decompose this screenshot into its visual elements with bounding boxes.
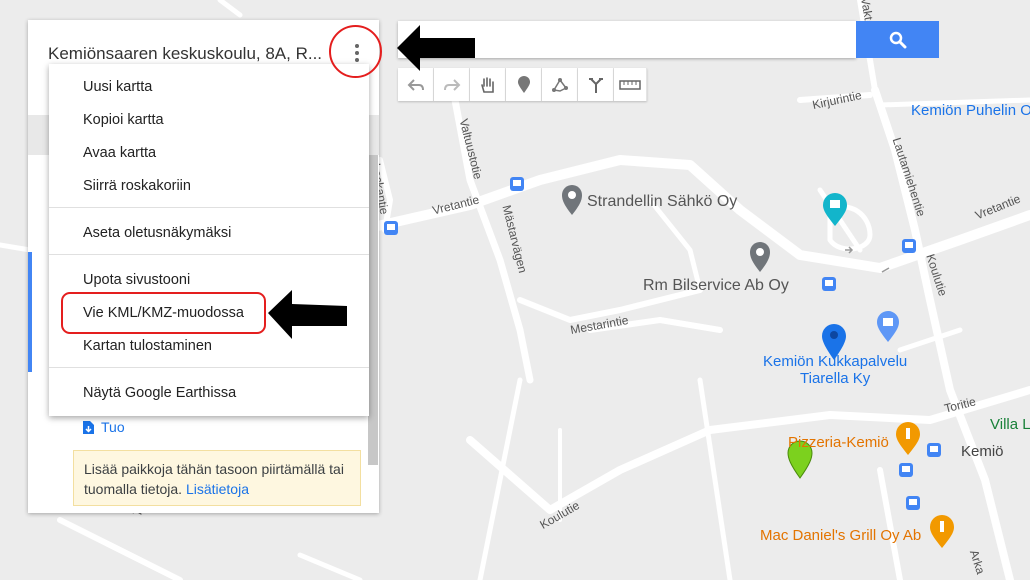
place-label: Kemiö xyxy=(961,443,1004,460)
marker-icon xyxy=(517,75,530,93)
map-title[interactable]: Kemiönsaaren keskuskoulu, 8A, R... xyxy=(48,44,338,64)
measure-button[interactable] xyxy=(614,68,647,101)
menu-separator xyxy=(49,254,369,255)
search-icon xyxy=(889,31,906,48)
menu-item-new-map[interactable]: Uusi kartta xyxy=(83,79,152,95)
annotation-highlight-box xyxy=(61,292,266,334)
route-icon xyxy=(588,77,603,93)
panel-scrollbar[interactable] xyxy=(368,155,378,465)
menu-item-copy-map[interactable]: Kopioi kartta xyxy=(83,112,164,128)
menu-item-google-earth[interactable]: Näytä Google Earthissa xyxy=(83,385,236,401)
redo-icon xyxy=(443,78,460,91)
import-file-icon xyxy=(83,420,94,434)
add-marker-button[interactable] xyxy=(506,68,542,101)
ruler-icon xyxy=(619,79,641,90)
undo-button[interactable] xyxy=(398,68,434,101)
menu-separator xyxy=(49,367,369,368)
poi-label[interactable]: Rm Bilservice Ab Oy xyxy=(643,277,789,295)
poi-label[interactable]: Mac Daniel's Grill Oy Ab xyxy=(760,527,921,544)
shop-pin-icon xyxy=(877,311,899,342)
pan-button[interactable] xyxy=(470,68,506,101)
layer-selected-indicator xyxy=(28,252,32,372)
gray-pin-icon xyxy=(750,242,770,272)
restaurant-pin-icon xyxy=(930,515,954,548)
gray-pin-icon xyxy=(562,185,582,215)
poi-label[interactable]: Kemiön Kukkapalvelu xyxy=(763,353,907,370)
import-label[interactable]: Tuo xyxy=(101,419,125,435)
poi-label[interactable]: Strandellin Sähkö Oy xyxy=(587,193,737,211)
poi-label[interactable]: Pizzeria-Kemiö xyxy=(788,434,889,451)
restaurant-pin-icon xyxy=(896,422,920,455)
poi-label[interactable]: Kemiön Puhelin O xyxy=(911,102,1030,119)
layer-hint: Lisää paikkoja tähän tasoon piirtämällä … xyxy=(73,450,361,506)
learn-more-link[interactable]: Lisätietoja xyxy=(186,481,249,497)
more-options-menu: Uusi kartta Kopioi kartta Avaa kartta Si… xyxy=(49,64,369,416)
search-button[interactable] xyxy=(856,21,939,58)
menu-separator xyxy=(49,207,369,208)
annotation-circle xyxy=(329,25,382,78)
undo-icon xyxy=(407,78,424,91)
import-link[interactable]: Tuo xyxy=(82,418,125,436)
polyline-icon xyxy=(551,77,568,92)
redo-button[interactable] xyxy=(434,68,470,101)
poi-label[interactable]: Villa L xyxy=(990,416,1030,433)
hand-icon xyxy=(480,76,494,93)
directions-button[interactable] xyxy=(578,68,614,101)
map-toolbar xyxy=(398,68,647,101)
menu-item-set-default-view[interactable]: Aseta oletusnäkymäksi xyxy=(83,225,231,241)
search-box[interactable] xyxy=(398,21,856,58)
menu-item-print-map[interactable]: Kartan tulostaminen xyxy=(83,338,212,354)
poi-label[interactable]: Tiarella Ky xyxy=(800,370,870,387)
menu-item-open-map[interactable]: Avaa kartta xyxy=(83,145,156,161)
menu-item-embed[interactable]: Upota sivustooni xyxy=(83,272,190,288)
menu-item-move-to-trash[interactable]: Siirrä roskakoriin xyxy=(83,178,191,194)
draw-line-button[interactable] xyxy=(542,68,578,101)
search-input[interactable] xyxy=(398,21,856,58)
